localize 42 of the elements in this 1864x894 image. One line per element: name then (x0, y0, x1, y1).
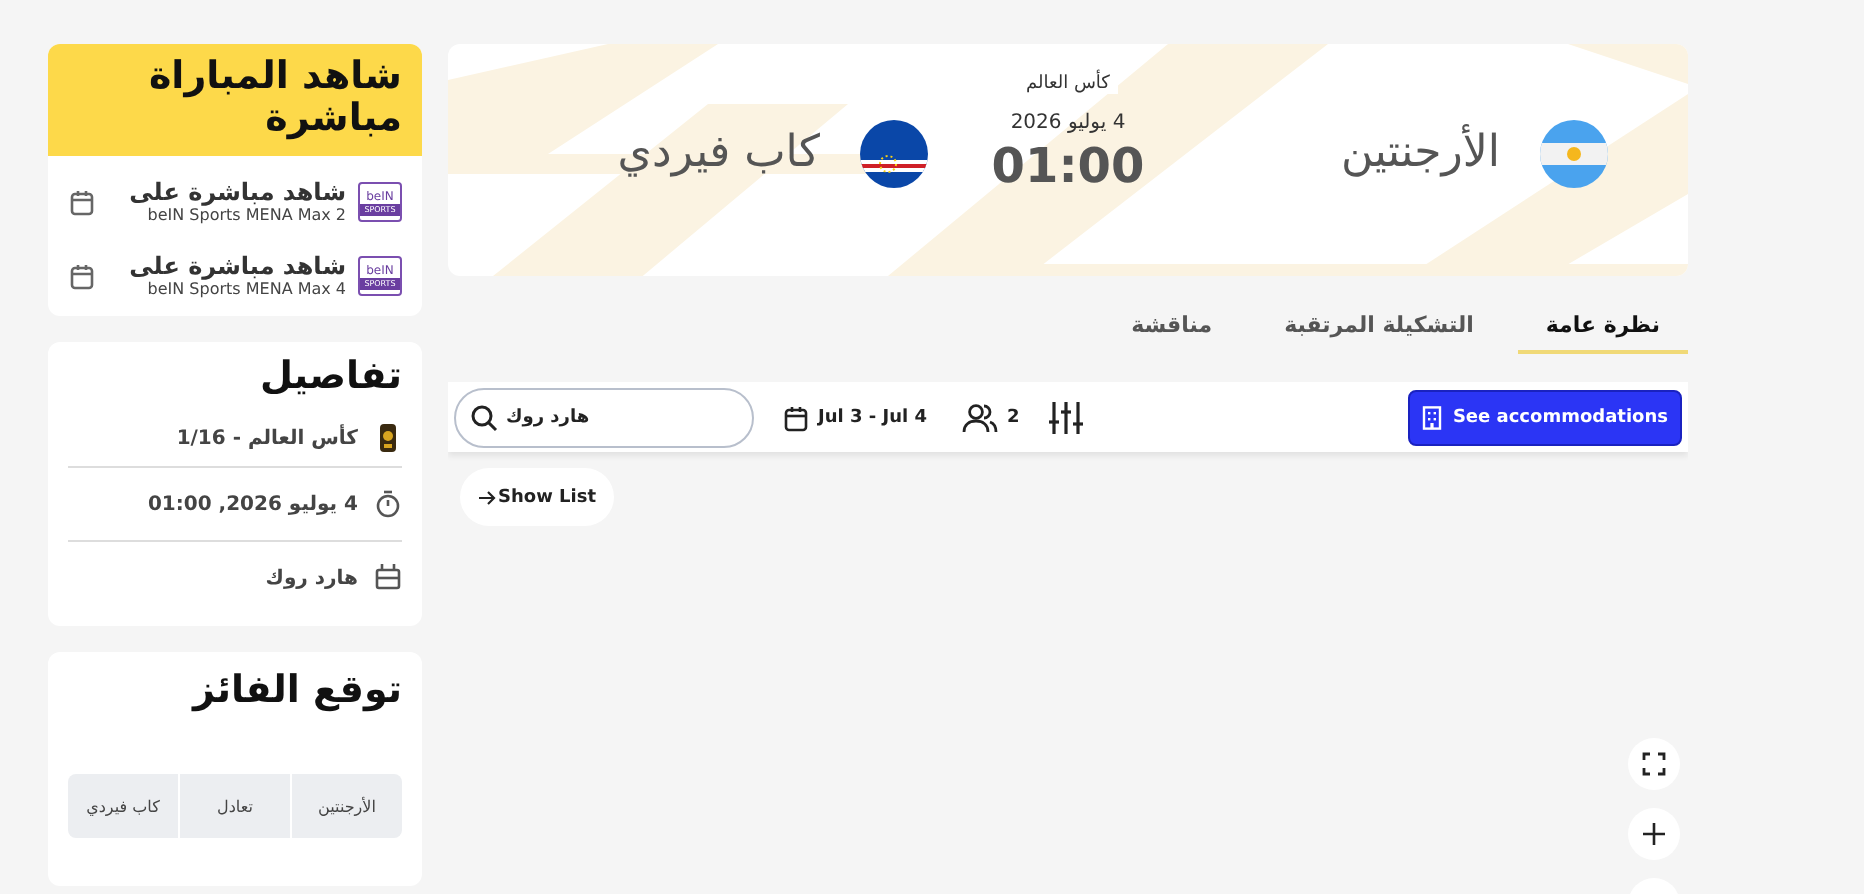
channel-name: beIN Sports MENA Max 4 (145, 280, 346, 300)
stadium-icon (374, 562, 402, 594)
accommodations-button[interactable]: See accommodations (1408, 389, 1682, 445)
match-date: 4 يوليو 2026 (1010, 112, 1126, 134)
show-list-button[interactable]: Show List (460, 468, 614, 526)
guests-button[interactable]: 2 (954, 401, 1028, 433)
channel-name: beIN Sports MENA Max 2 (145, 206, 346, 226)
filter-icon[interactable] (1047, 399, 1084, 435)
flag-icon (860, 119, 928, 187)
calendar-icon[interactable] (68, 262, 96, 290)
search-icon (470, 403, 498, 431)
detail-text: كأس العالم - 1/16 (176, 427, 358, 449)
prediction-option[interactable]: كاب فيردي (68, 774, 178, 838)
detail-text: 4 يوليو 2026, 01:00 (147, 493, 358, 515)
tab[interactable]: مناقشة (1103, 300, 1241, 354)
stopwatch-icon (374, 488, 402, 520)
prediction-option[interactable]: تعادل (180, 774, 290, 838)
prediction-option[interactable]: الأرجنتين (292, 774, 402, 838)
card-title: توقع الفائز (193, 666, 402, 716)
channel-label: شاهد مباشرة على (127, 178, 346, 206)
people-icon (962, 401, 999, 433)
fullscreen-icon (1642, 752, 1666, 776)
tab[interactable]: التشكيلة المرتقبة (1256, 300, 1502, 354)
card-title: تفاصيل (259, 352, 402, 402)
calendar-icon[interactable] (68, 188, 96, 216)
building-icon (1422, 405, 1443, 429)
calendar-icon (782, 403, 810, 431)
team-name: الأرجنتين (1340, 128, 1500, 178)
flag-icon (1540, 119, 1608, 187)
search-field[interactable]: هارد روك (454, 387, 754, 447)
match-time: 01:00 (991, 138, 1145, 194)
team-name: كاب فيردي (617, 128, 820, 178)
detail-text: هارد روك (265, 567, 358, 589)
tab[interactable]: نظرة عامة (1517, 300, 1688, 354)
arrow-right-icon (478, 489, 496, 505)
plus-icon (1642, 822, 1666, 846)
date-range-button[interactable]: Jul 3 - Jul 4 (774, 403, 935, 431)
card-title: شاهد المباراة مباشرة (146, 56, 402, 140)
zoom-in-button[interactable] (1628, 808, 1680, 860)
fullscreen-button[interactable] (1628, 738, 1680, 790)
trophy-icon (374, 422, 402, 454)
channel-label: شاهد مباشرة على (127, 252, 346, 280)
